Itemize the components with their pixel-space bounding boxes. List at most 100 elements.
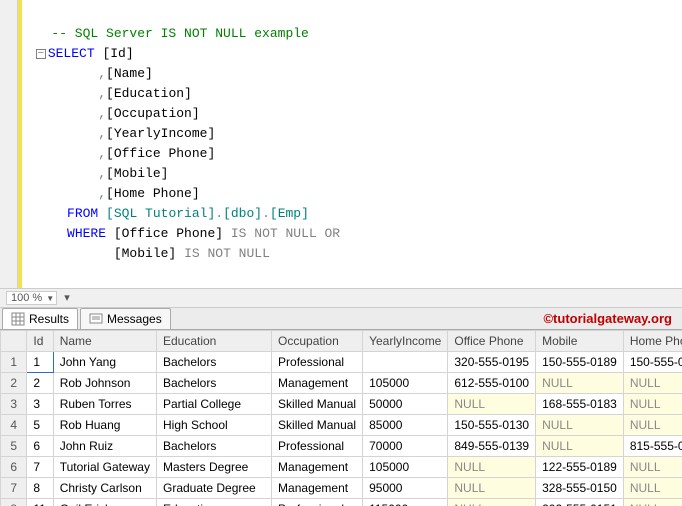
cell[interactable]: NULL (623, 415, 682, 436)
cell[interactable]: NULL (536, 415, 624, 436)
sql-editor[interactable]: -- SQL Server IS NOT NULL example −SELEC… (0, 0, 682, 288)
table-row[interactable]: 33Ruben TorresPartial CollegeSkilled Man… (1, 394, 682, 415)
cell[interactable]: 6 (27, 436, 53, 457)
collapse-icon[interactable]: − (36, 49, 46, 59)
cell[interactable]: 8 (1, 499, 27, 506)
cell[interactable]: Management (272, 373, 363, 394)
results-grid[interactable]: Id Name Education Occupation YearlyIncom… (0, 330, 682, 506)
cell[interactable]: 168-555-0183 (536, 394, 624, 415)
cell[interactable]: Professional (272, 499, 363, 506)
cell[interactable]: Partial College (156, 394, 271, 415)
cell[interactable]: 3 (1, 394, 27, 415)
cell[interactable]: Skilled Manual (272, 394, 363, 415)
col-yearlyincome[interactable]: YearlyIncome (363, 331, 448, 352)
cell[interactable]: 115000 (363, 499, 448, 506)
cell[interactable]: 612-555-0100 (448, 373, 536, 394)
col-education[interactable]: Education (156, 331, 271, 352)
tab-messages[interactable]: Messages (80, 308, 171, 329)
cell[interactable]: Graduate Degree (156, 478, 271, 499)
cell[interactable]: Masters Degree (156, 457, 271, 478)
cell[interactable]: Gail Erickson (53, 499, 156, 506)
cell[interactable]: Christy Carlson (53, 478, 156, 499)
corner-cell (1, 331, 27, 352)
cell[interactable]: John Ruiz (53, 436, 156, 457)
cell[interactable] (363, 352, 448, 373)
table-row[interactable]: 45Rob HuangHigh SchoolSkilled Manual8500… (1, 415, 682, 436)
cell[interactable]: 5 (1, 436, 27, 457)
from-object: [SQL Tutorial] (106, 206, 215, 221)
cell[interactable]: NULL (623, 478, 682, 499)
cell[interactable]: Skilled Manual (272, 415, 363, 436)
cell[interactable]: 3 (27, 394, 53, 415)
col-homephone[interactable]: Home Phone (623, 331, 682, 352)
cell[interactable]: Management (272, 478, 363, 499)
cell[interactable]: Bachelors (156, 352, 271, 373)
col-name[interactable]: Name (53, 331, 156, 352)
cell[interactable]: 105000 (363, 457, 448, 478)
cell[interactable]: 328-555-0150 (536, 478, 624, 499)
table-row[interactable]: 56John RuizBachelorsProfessional70000849… (1, 436, 682, 457)
code-content[interactable]: -- SQL Server IS NOT NULL example −SELEC… (22, 0, 346, 288)
cell[interactable]: NULL (623, 373, 682, 394)
cell[interactable]: Bachelors (156, 436, 271, 457)
cell[interactable]: Tutorial Gateway (53, 457, 156, 478)
table-row[interactable]: 11John YangBachelorsProfessional320-555-… (1, 352, 682, 373)
cell[interactable]: 320-555-0195 (448, 352, 536, 373)
table-row[interactable]: 811Gail EricksonEducationProfessional115… (1, 499, 682, 506)
cell[interactable]: 815-555-0138 (623, 436, 682, 457)
chevron-down-icon: ▼ (46, 294, 54, 303)
cell[interactable]: 150-555-0189 (623, 352, 682, 373)
cell[interactable]: Ruben Torres (53, 394, 156, 415)
cell[interactable]: 95000 (363, 478, 448, 499)
cell[interactable]: 85000 (363, 415, 448, 436)
cell[interactable]: 849-555-0139 (448, 436, 536, 457)
cell[interactable]: Bachelors (156, 373, 271, 394)
cell[interactable]: NULL (623, 499, 682, 506)
cell[interactable]: 1 (27, 352, 53, 373)
cell[interactable]: 11 (27, 499, 53, 506)
cell[interactable]: 7 (27, 457, 53, 478)
cell[interactable]: 2 (1, 373, 27, 394)
cell[interactable]: Education (156, 499, 271, 506)
cell[interactable]: NULL (536, 373, 624, 394)
table-row[interactable]: 67Tutorial GatewayMasters DegreeManageme… (1, 457, 682, 478)
table-row[interactable]: 22Rob JohnsonBachelorsManagement10500061… (1, 373, 682, 394)
col-occupation[interactable]: Occupation (272, 331, 363, 352)
cell[interactable]: 70000 (363, 436, 448, 457)
cell[interactable]: Professional (272, 436, 363, 457)
col-id[interactable]: Id (27, 331, 53, 352)
tab-results[interactable]: Results (2, 308, 78, 329)
cell[interactable]: Management (272, 457, 363, 478)
table-row[interactable]: 78Christy CarlsonGraduate DegreeManageme… (1, 478, 682, 499)
messages-icon (89, 312, 103, 326)
cell[interactable]: 8 (27, 478, 53, 499)
sql-comment: -- SQL Server IS NOT NULL example (51, 26, 308, 41)
cell[interactable]: 1 (1, 352, 27, 373)
zoom-dropdown[interactable]: 100 % ▼ (6, 291, 57, 305)
cell[interactable]: NULL (448, 499, 536, 506)
cell[interactable]: 2 (27, 373, 53, 394)
cell[interactable]: 202-555-0151 (536, 499, 624, 506)
cell[interactable]: 122-555-0189 (536, 457, 624, 478)
cell[interactable]: NULL (448, 478, 536, 499)
col-officephone[interactable]: Office Phone (448, 331, 536, 352)
cell[interactable]: Rob Johnson (53, 373, 156, 394)
col-mobile[interactable]: Mobile (536, 331, 624, 352)
cell[interactable]: NULL (448, 457, 536, 478)
cell[interactable]: NULL (623, 394, 682, 415)
cell[interactable]: 7 (1, 478, 27, 499)
cell[interactable]: High School (156, 415, 271, 436)
cell[interactable]: NULL (623, 457, 682, 478)
cell[interactable]: 5 (27, 415, 53, 436)
cell[interactable]: NULL (448, 394, 536, 415)
cell[interactable]: 50000 (363, 394, 448, 415)
cell[interactable]: 150-555-0130 (448, 415, 536, 436)
cell[interactable]: 105000 (363, 373, 448, 394)
cell[interactable]: John Yang (53, 352, 156, 373)
cell[interactable]: 4 (1, 415, 27, 436)
cell[interactable]: Rob Huang (53, 415, 156, 436)
cell[interactable]: 6 (1, 457, 27, 478)
cell[interactable]: NULL (536, 436, 624, 457)
cell[interactable]: 150-555-0189 (536, 352, 624, 373)
cell[interactable]: Professional (272, 352, 363, 373)
